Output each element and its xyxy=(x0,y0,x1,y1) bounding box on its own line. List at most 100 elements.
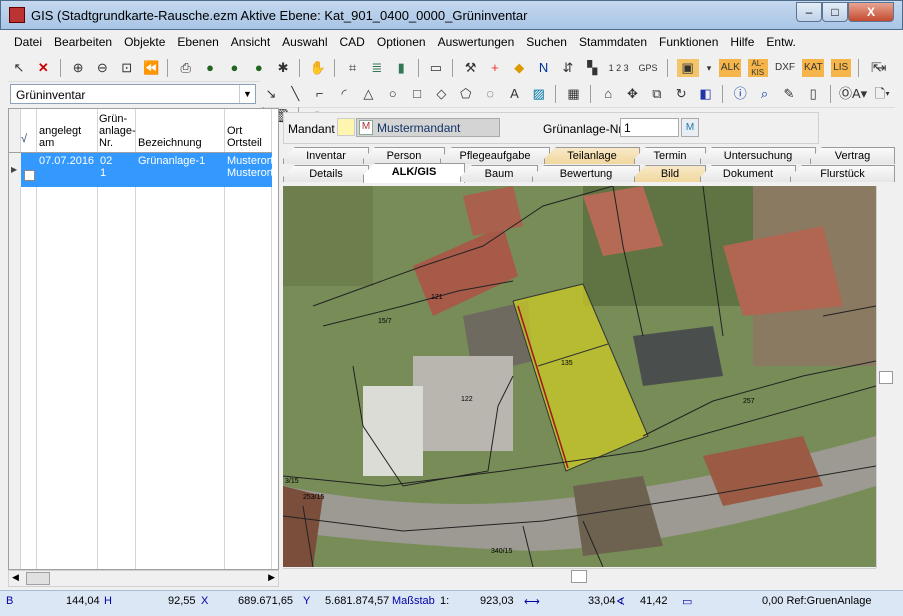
menu-ansicht[interactable]: Ansicht xyxy=(225,31,276,49)
crosshair-icon[interactable]: + xyxy=(486,59,504,77)
tab-termin[interactable]: Termin xyxy=(634,147,706,164)
rotate-icon[interactable]: ↻ xyxy=(672,85,690,103)
curve-icon[interactable]: ◜ xyxy=(335,85,353,103)
select-arrow-icon[interactable]: ↖ xyxy=(10,59,28,77)
text-icon[interactable]: A xyxy=(505,85,523,103)
route-icon[interactable]: ⇵ xyxy=(559,59,577,77)
window-icon[interactable]: ▭ xyxy=(427,59,445,77)
menu-cad[interactable]: CAD xyxy=(334,31,371,49)
triangle-icon[interactable]: △ xyxy=(359,85,377,103)
menu-optionen[interactable]: Optionen xyxy=(371,31,432,49)
close-button[interactable]: X xyxy=(848,2,894,22)
tab-inventar[interactable]: Inventar xyxy=(283,147,369,164)
highlight-icon[interactable]: ✎ xyxy=(780,85,798,103)
menu-funktionen[interactable]: Funktionen xyxy=(653,31,724,49)
polyline-icon[interactable]: ⌐ xyxy=(311,85,329,103)
tab-dokument[interactable]: Dokument xyxy=(700,165,796,182)
menu-auswertungen[interactable]: Auswertungen xyxy=(432,31,521,49)
delete-selection-icon[interactable]: ✕ xyxy=(34,59,52,77)
exit-icon[interactable]: ⇥ xyxy=(872,59,890,77)
tab-bild[interactable]: Bild xyxy=(634,165,706,182)
chart-icon[interactable]: ▮ xyxy=(392,59,410,77)
menu-stammdaten[interactable]: Stammdaten xyxy=(573,31,653,49)
tab-vertrag[interactable]: Vertrag xyxy=(810,147,895,164)
map-vertical-scrollbar[interactable] xyxy=(876,186,895,568)
dxf-button[interactable]: DXF xyxy=(774,59,796,77)
maximize-button[interactable]: □ xyxy=(822,2,848,22)
table-row[interactable]: ▶ 07.07.2016 02 1 Grünanlage-1 Musterort… xyxy=(9,153,272,187)
column-header-ort[interactable]: Ort Ortsteil xyxy=(227,125,267,149)
label-dropdown-icon[interactable]: ⓄA▾ xyxy=(839,85,867,103)
image-icon[interactable]: ▨ xyxy=(530,85,548,103)
column-header-angelegt[interactable]: angelegt am xyxy=(39,125,95,149)
gps-button[interactable]: GPS xyxy=(636,59,660,77)
tab-person[interactable]: Person xyxy=(363,147,445,164)
rectangle-icon[interactable]: □ xyxy=(408,85,426,103)
menu-auswahl[interactable]: Auswahl xyxy=(276,31,333,49)
column-header-bezeichnung[interactable]: Bezeichnung xyxy=(138,137,202,149)
photo-icon[interactable]: ▣ xyxy=(676,59,699,77)
diamond-icon[interactable]: ◇ xyxy=(432,85,450,103)
info-icon[interactable]: ⓘ xyxy=(731,85,749,103)
globe-layers-icon[interactable]: ● xyxy=(225,59,243,77)
scroll-left-icon[interactable]: ◀ xyxy=(12,572,19,583)
kat-button[interactable]: KAT xyxy=(802,59,825,77)
pin-icon[interactable]: ↘ xyxy=(262,85,280,103)
map-hscroll-thumb[interactable] xyxy=(571,570,587,583)
tab-flurstueck[interactable]: Flurstück xyxy=(790,165,895,182)
chevron-down-icon[interactable]: ▼ xyxy=(239,85,255,103)
zoom-window-icon[interactable]: ⊡ xyxy=(118,59,136,77)
menu-hilfe[interactable]: Hilfe xyxy=(724,31,760,49)
dropdown-icon[interactable]: ▾ xyxy=(705,59,713,77)
tab-pflegeaufgabe[interactable]: Pflegeaufgabe xyxy=(440,147,550,164)
mandant-field[interactable]: M Mustermandant xyxy=(356,118,500,137)
north-arrow-icon[interactable]: N xyxy=(535,59,553,77)
alkis-button[interactable]: AL-KIS xyxy=(747,59,768,77)
circle-icon[interactable]: ○ xyxy=(384,85,402,103)
scroll-right-icon[interactable]: ▶ xyxy=(268,572,275,583)
check-column-header[interactable]: √ xyxy=(21,133,27,145)
minimize-button[interactable]: – xyxy=(796,2,822,22)
map-horizontal-scrollbar[interactable] xyxy=(283,568,876,585)
scroll-thumb[interactable] xyxy=(26,572,50,585)
polygon-icon[interactable]: ⬠ xyxy=(457,85,475,103)
tab-teilanlage[interactable]: Teilanlage xyxy=(544,147,640,164)
grid-horizontal-scrollbar[interactable]: ◀ ▶ xyxy=(8,570,279,587)
menu-suchen[interactable]: Suchen xyxy=(520,31,573,49)
print-icon[interactable]: ⎙ xyxy=(177,59,195,77)
numbering-icon[interactable]: 1 2 3 xyxy=(608,59,630,77)
alk-button[interactable]: ALK xyxy=(719,59,742,77)
menu-bearbeiten[interactable]: Bearbeiten xyxy=(48,31,118,49)
tab-alk-gis[interactable]: ALK/GIS xyxy=(363,163,465,183)
row-checkbox[interactable] xyxy=(24,170,35,181)
pan-hand-icon[interactable]: ✋ xyxy=(309,59,327,77)
tab-untersuchung[interactable]: Untersuchung xyxy=(700,147,816,164)
globe-icon[interactable]: ● xyxy=(201,59,219,77)
lis-button[interactable]: LIS xyxy=(830,59,851,77)
zoom-previous-icon[interactable]: ⏪ xyxy=(142,59,160,77)
gruenanlage-nr-field[interactable]: 1 xyxy=(620,118,679,137)
grid-icon[interactable]: ⌗ xyxy=(344,59,362,77)
column-header-nr[interactable]: Grün-anlage-Nr. xyxy=(99,113,136,149)
map-vscroll-thumb[interactable] xyxy=(879,371,893,384)
menu-datei[interactable]: Datei xyxy=(8,31,48,49)
menu-ebenen[interactable]: Ebenen xyxy=(171,31,224,49)
tab-details[interactable]: Details xyxy=(283,165,369,182)
globe-search-icon[interactable]: ● xyxy=(250,59,268,77)
copy-icon[interactable]: ⧉ xyxy=(648,85,666,103)
aerial-map[interactable] xyxy=(283,186,876,567)
zoom-in-icon[interactable]: ⊕ xyxy=(69,59,87,77)
vertex-edit-icon[interactable]: ⌂ xyxy=(599,85,617,103)
bug-icon[interactable]: ✱ xyxy=(274,59,292,77)
tab-baum[interactable]: Baum xyxy=(460,165,538,182)
duplicate-icon[interactable]: ◧ xyxy=(697,85,715,103)
map-canvas[interactable]: 121 15/7 122 135 257 3/15 253/15 340/15 xyxy=(283,186,876,567)
checker-icon[interactable]: ▚ xyxy=(583,59,601,77)
menu-entw[interactable]: Entw. xyxy=(760,31,801,49)
search-icon[interactable]: ⌕ xyxy=(756,85,774,103)
document-dropdown-icon[interactable]: 🗋▾ xyxy=(871,85,893,103)
lookup-button[interactable]: M xyxy=(681,118,699,137)
table-icon[interactable]: ▦ xyxy=(564,85,582,103)
tab-bewertung[interactable]: Bewertung xyxy=(532,165,640,182)
line-icon[interactable]: ╲ xyxy=(286,85,304,103)
